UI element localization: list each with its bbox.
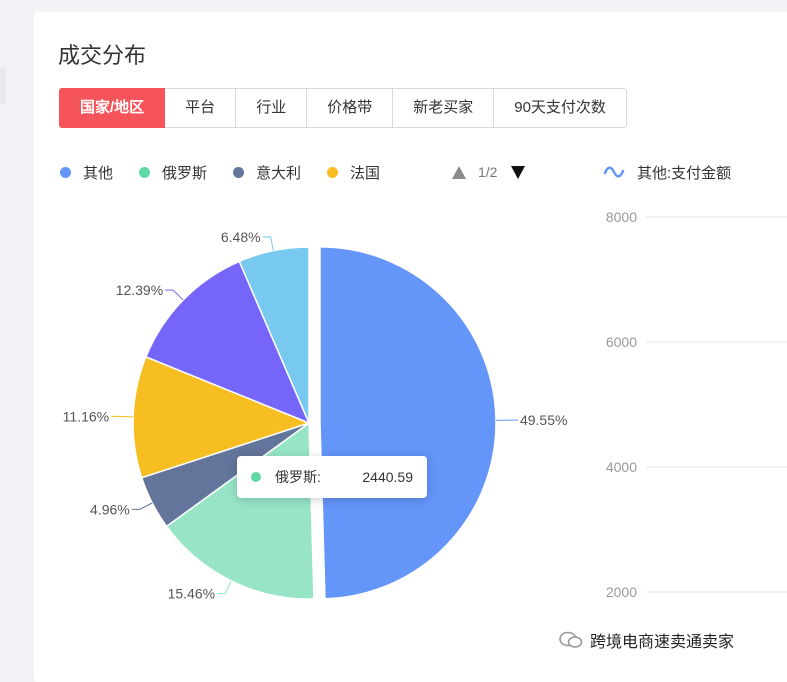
y-tick-label: 8000: [606, 209, 637, 225]
wechat-icon: [558, 630, 584, 650]
pie-slice-label: 15.46%: [168, 585, 215, 601]
y-tick-label: 2000: [606, 584, 637, 600]
y-tick-label: 6000: [606, 334, 637, 350]
pie-slice-label: 11.16%: [63, 408, 109, 424]
tooltip-value: 2440.59: [362, 469, 413, 485]
pie-leader-line: [217, 581, 231, 594]
tooltip-label: 俄罗斯:: [275, 467, 321, 487]
pie-slice-label: 49.55%: [520, 412, 567, 428]
y-tick-label: 4000: [606, 459, 637, 475]
pie-slice: [320, 247, 496, 599]
pie-leader-line: [165, 290, 183, 300]
pie-leader-line: [263, 237, 274, 251]
pie-slice-label: 12.39%: [116, 282, 163, 298]
chart-tooltip: 俄罗斯: 2440.59: [237, 456, 427, 498]
chart-canvas: 8000 6000 4000 2000 49.55% 15.46% 4.96% 11.16% 1…: [0, 0, 787, 674]
pie-leader-line: [132, 503, 152, 509]
watermark: 跨境电商速卖通卖家: [558, 628, 734, 652]
pie-slice-label: 4.96%: [90, 501, 130, 517]
pie-slice-label: 6.48%: [221, 229, 261, 245]
tooltip-dot: [251, 472, 261, 482]
watermark-text: 跨境电商速卖通卖家: [590, 628, 734, 652]
